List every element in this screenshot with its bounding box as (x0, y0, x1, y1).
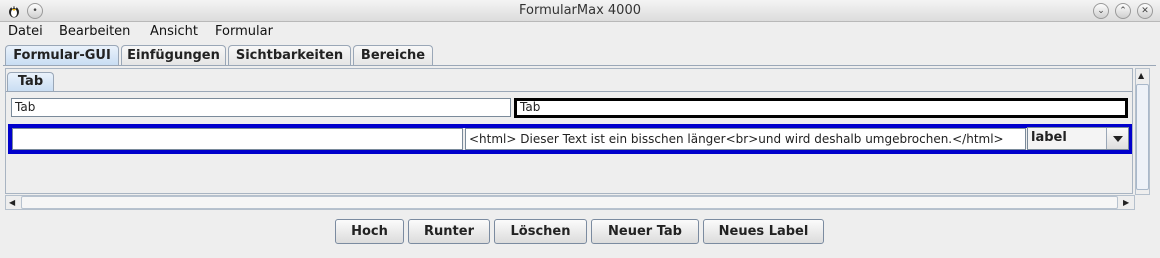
type-select-value: label (1031, 130, 1067, 145)
scroll-left-icon[interactable]: ◀ (9, 198, 15, 208)
hoch-button[interactable]: Hoch (335, 219, 404, 244)
menu-bar: Datei Bearbeiten Ansicht Formular (0, 22, 1160, 43)
tab-formular-gui[interactable]: Formular-GUI (5, 45, 119, 66)
minimize-icon[interactable]: ⌄ (1093, 3, 1109, 19)
tab-bereiche[interactable]: Bereiche (353, 45, 433, 66)
chevron-down-icon (1113, 136, 1123, 142)
menu-bearbeiten[interactable]: Bearbeiten (57, 24, 132, 39)
menu-ansicht[interactable]: Ansicht (148, 24, 200, 39)
runter-button[interactable]: Runter (408, 219, 490, 244)
horizontal-scroll-thumb[interactable] (21, 196, 1118, 209)
scroll-up-icon[interactable]: ▲ (1138, 71, 1144, 81)
menu-formular[interactable]: Formular (213, 24, 275, 39)
inner-tab-tab[interactable]: Tab (7, 72, 54, 92)
inner-tab-border (6, 91, 1132, 92)
label-text-field[interactable]: <html> Dieser Text ist ein bisschen läng… (465, 128, 1026, 150)
menu-datei[interactable]: Datei (6, 24, 45, 39)
tab-panel-border (3, 65, 1156, 66)
type-select[interactable]: label (1027, 127, 1129, 150)
tab-label-field[interactable]: Tab (514, 98, 1128, 118)
tab-id-field[interactable]: Tab (11, 98, 511, 117)
loeschen-button[interactable]: Löschen (494, 219, 587, 244)
maximize-icon[interactable]: ⌃ (1115, 3, 1131, 19)
title-bar: • FormularMax 4000 ⌄ ⌃ ✕ (0, 0, 1160, 22)
tab-einfuegungen[interactable]: Einfügungen (121, 45, 226, 66)
neuer-tab-button[interactable]: Neuer Tab (591, 219, 699, 244)
scroll-right-icon[interactable]: ▶ (1123, 198, 1129, 208)
close-icon[interactable]: ✕ (1137, 3, 1153, 19)
dropdown-button[interactable] (1106, 128, 1128, 149)
vertical-scroll-thumb[interactable] (1136, 84, 1149, 190)
label-id-field[interactable] (12, 128, 463, 150)
tab-sichtbarkeiten[interactable]: Sichtbarkeiten (228, 45, 351, 66)
window-title: FormularMax 4000 (518, 3, 641, 18)
neues-label-button[interactable]: Neues Label (703, 219, 824, 244)
